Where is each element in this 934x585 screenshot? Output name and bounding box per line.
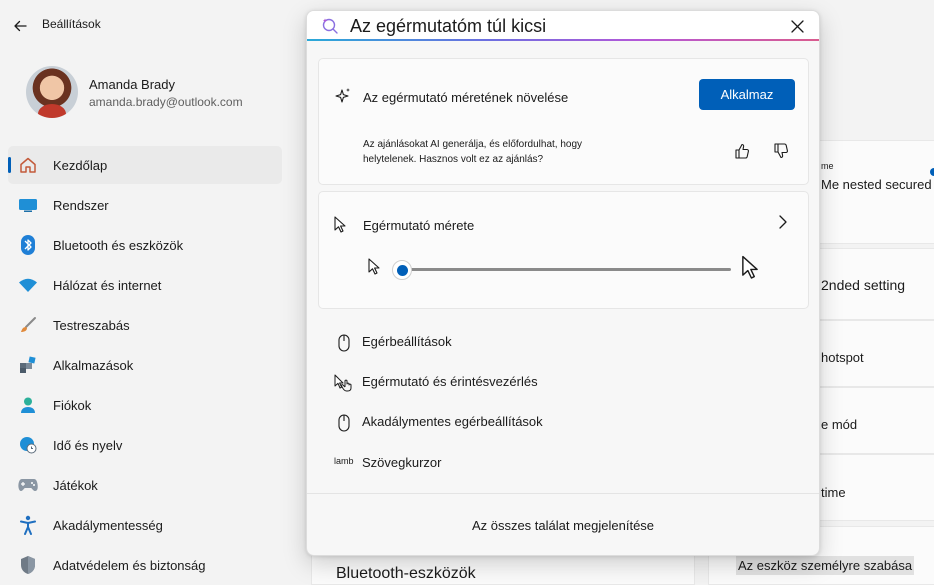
sidebar-item-personalization[interactable]: Testreszabás	[8, 306, 282, 344]
background-partial-text: time	[821, 485, 846, 500]
sidebar-item-time-language[interactable]: Idő és nyelv	[8, 426, 282, 464]
avatar[interactable]	[26, 66, 78, 118]
sidebar-item-label: Bluetooth és eszközök	[53, 237, 184, 253]
system-icon	[18, 195, 38, 215]
bluetooth-icon	[18, 235, 38, 255]
gamepad-icon	[18, 475, 38, 495]
brush-icon	[18, 315, 38, 335]
suggestion-title: Az egérmutató méretének növelése	[363, 90, 569, 105]
close-button[interactable]	[787, 16, 807, 36]
show-all-results-link[interactable]: Az összes találat megjelenítése	[307, 518, 819, 533]
search-result-item[interactable]: Egérmutató és érintésvezérlés	[318, 364, 809, 400]
sidebar-item-label: Alkalmazások	[53, 357, 134, 373]
search-bar	[307, 11, 819, 41]
slider-thumb[interactable]	[392, 260, 412, 280]
background-partial-text: Me nested secured	[821, 177, 932, 192]
wifi-icon	[18, 275, 38, 295]
ai-disclaimer: Az ajánlásokat AI generálja, és előfordu…	[363, 139, 583, 165]
back-arrow-icon	[14, 20, 27, 32]
customize-device-text: Az eszköz személyre szabása	[736, 556, 915, 575]
search-result-label: Akadálymentes egérbeállítások	[362, 414, 543, 429]
sidebar-item-label: Hálózat és internet	[53, 277, 162, 293]
home-icon	[18, 155, 38, 175]
sidebar-item-home[interactable]: Kezdőlap	[8, 146, 282, 184]
thumbs-down-icon	[774, 143, 788, 159]
mouse-icon	[334, 333, 354, 353]
search-result-item[interactable]: lamb Szövegkurzor	[318, 445, 809, 481]
sidebar-item-accounts[interactable]: Fiókok	[8, 386, 282, 424]
pointer-icon	[333, 216, 347, 239]
back-button[interactable]	[8, 14, 32, 38]
sidebar-item-label: Fiókok	[53, 397, 92, 413]
sidebar-nav: Kezdőlap Rendszer Bluetooth és eszközök …	[8, 146, 282, 585]
thumbs-up-icon	[735, 143, 749, 159]
search-result-item[interactable]: Akadálymentes egérbeállítások	[318, 404, 809, 440]
sidebar-item-bluetooth[interactable]: Bluetooth és eszközök	[8, 226, 282, 264]
shield-icon	[18, 555, 38, 575]
sidebar-item-label: Kezdőlap	[53, 157, 108, 173]
person-icon	[18, 395, 38, 415]
sidebar-item-accessibility[interactable]: Akadálymentesség	[8, 506, 282, 544]
flyout-footer: Az összes találat megjelenítése	[307, 493, 819, 555]
large-pointer-icon	[740, 255, 760, 286]
pointer-touch-icon	[334, 373, 354, 393]
pointer-size-card[interactable]: Egérmutató mérete	[318, 191, 809, 309]
user-name: Amanda Brady	[89, 77, 175, 92]
sidebar-item-label: Játékok	[53, 477, 98, 493]
text-cursor-icon: lamb	[334, 456, 354, 466]
status-dot	[930, 168, 934, 176]
search-result-label: Szövegkurzor	[362, 455, 442, 470]
background-partial-text: hotspot	[821, 350, 864, 365]
thumbs-up-button[interactable]	[730, 139, 754, 163]
suggestion-card: Az egérmutató méretének növelése Alkalma…	[318, 58, 809, 185]
sidebar-item-gaming[interactable]: Játékok	[8, 466, 282, 504]
user-email: amanda.brady@outlook.com	[89, 95, 243, 109]
pointer-size-slider[interactable]	[363, 255, 763, 285]
title-bar: Beállítások	[0, 0, 300, 50]
search-input[interactable]	[350, 15, 770, 37]
apps-icon	[18, 355, 38, 375]
sidebar-item-label: Idő és nyelv	[53, 437, 123, 453]
ai-search-icon	[320, 16, 340, 41]
accessibility-icon	[18, 515, 38, 535]
mouse-icon	[334, 413, 354, 433]
sidebar-item-label: Akadálymentesség	[53, 517, 163, 533]
pointer-size-label: Egérmutató mérete	[363, 218, 475, 233]
background-partial-text: e mód	[821, 417, 858, 432]
search-result-label: Egérbeállítások	[362, 334, 452, 349]
sidebar-item-label: Rendszer	[53, 197, 109, 213]
thumbs-down-button[interactable]	[769, 139, 793, 163]
background-partial-text: me	[821, 161, 834, 171]
search-result-label: Egérmutató és érintésvezérlés	[362, 374, 538, 389]
sidebar-item-network[interactable]: Hálózat és internet	[8, 266, 282, 304]
slider-track[interactable]	[401, 268, 731, 271]
clock-globe-icon	[18, 435, 38, 455]
sidebar-item-apps[interactable]: Alkalmazások	[8, 346, 282, 384]
app-title: Beállítások	[42, 17, 101, 31]
sidebar-item-label: Testreszabás	[53, 317, 130, 333]
search-result-item[interactable]: Egérbeállítások	[318, 324, 809, 360]
close-icon	[790, 19, 804, 33]
sidebar-item-privacy[interactable]: Adatvédelem és biztonság	[8, 546, 282, 584]
chevron-right-icon[interactable]	[777, 215, 789, 234]
sparkle-icon	[333, 86, 353, 111]
background-partial-text: 2nded setting	[821, 277, 906, 293]
small-pointer-icon	[367, 258, 381, 281]
sidebar-item-label: Adatvédelem és biztonság	[53, 557, 206, 573]
apply-button[interactable]: Alkalmaz	[699, 79, 795, 110]
search-flyout: Az egérmutató méretének növelése Alkalma…	[306, 10, 820, 556]
bluetooth-devices-heading: Bluetooth-eszközök	[336, 565, 476, 582]
sidebar-item-system[interactable]: Rendszer	[8, 186, 282, 224]
